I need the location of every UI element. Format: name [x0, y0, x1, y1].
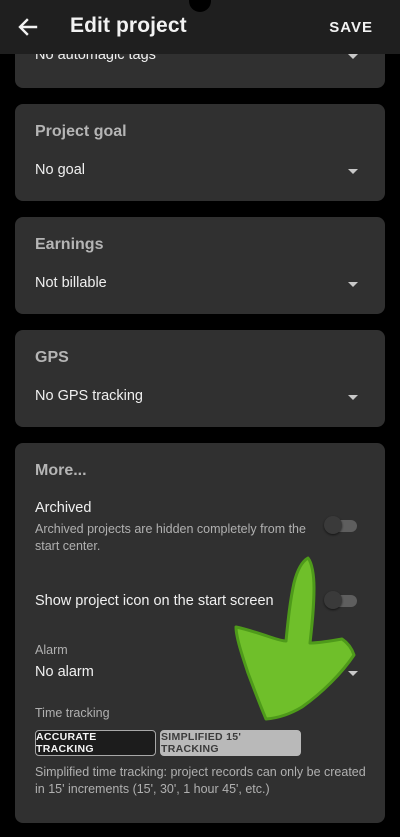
show-icon-toggle[interactable] — [324, 591, 358, 609]
time-tracking-description: Simplified time tracking: project record… — [35, 765, 366, 796]
back-button[interactable] — [14, 13, 42, 41]
accurate-tracking-button[interactable]: ACCURATE TRACKING — [35, 730, 156, 756]
alarm-caption: Alarm — [35, 643, 68, 657]
arrow-left-icon — [18, 18, 38, 36]
earnings-title: Earnings — [35, 236, 104, 253]
page-title: Edit project — [70, 14, 187, 37]
gps-card: GPS No GPS tracking — [15, 330, 385, 427]
project-goal-card: Project goal No goal — [15, 104, 385, 201]
gps-title: GPS — [35, 349, 69, 366]
earnings-card: Earnings Not billable — [15, 217, 385, 314]
edit-project-screen: Edit project SAVE No automagic tags Proj… — [0, 0, 400, 837]
more-card: More... Archived Archived projects are h… — [15, 443, 385, 823]
chevron-down-icon — [348, 282, 358, 287]
project-goal-value: No goal — [35, 162, 85, 178]
earnings-value: Not billable — [35, 275, 107, 291]
show-icon-label: Show project icon on the start screen — [35, 593, 274, 609]
alarm-dropdown[interactable]: No alarm — [35, 661, 365, 685]
archived-description: Archived projects are hidden completely … — [35, 522, 306, 553]
chevron-down-icon — [348, 671, 358, 676]
more-title: More... — [35, 462, 87, 479]
chevron-down-icon — [348, 169, 358, 174]
simplified-tracking-button[interactable]: SIMPLIFIED 15' TRACKING — [160, 730, 301, 756]
gps-value: No GPS tracking — [35, 388, 143, 404]
alarm-value: No alarm — [35, 664, 94, 680]
gps-dropdown[interactable]: No GPS tracking — [35, 385, 365, 409]
save-button[interactable]: SAVE — [329, 19, 373, 36]
project-goal-title: Project goal — [35, 123, 127, 140]
project-goal-dropdown[interactable]: No goal — [35, 159, 365, 183]
earnings-dropdown[interactable]: Not billable — [35, 272, 365, 296]
time-tracking-caption: Time tracking — [35, 706, 110, 720]
toggle-thumb — [324, 591, 342, 609]
chevron-down-icon — [348, 395, 358, 400]
toggle-thumb — [324, 516, 342, 534]
chevron-down-icon — [348, 54, 358, 59]
archived-label: Archived — [35, 500, 92, 516]
archived-toggle[interactable] — [324, 516, 358, 534]
